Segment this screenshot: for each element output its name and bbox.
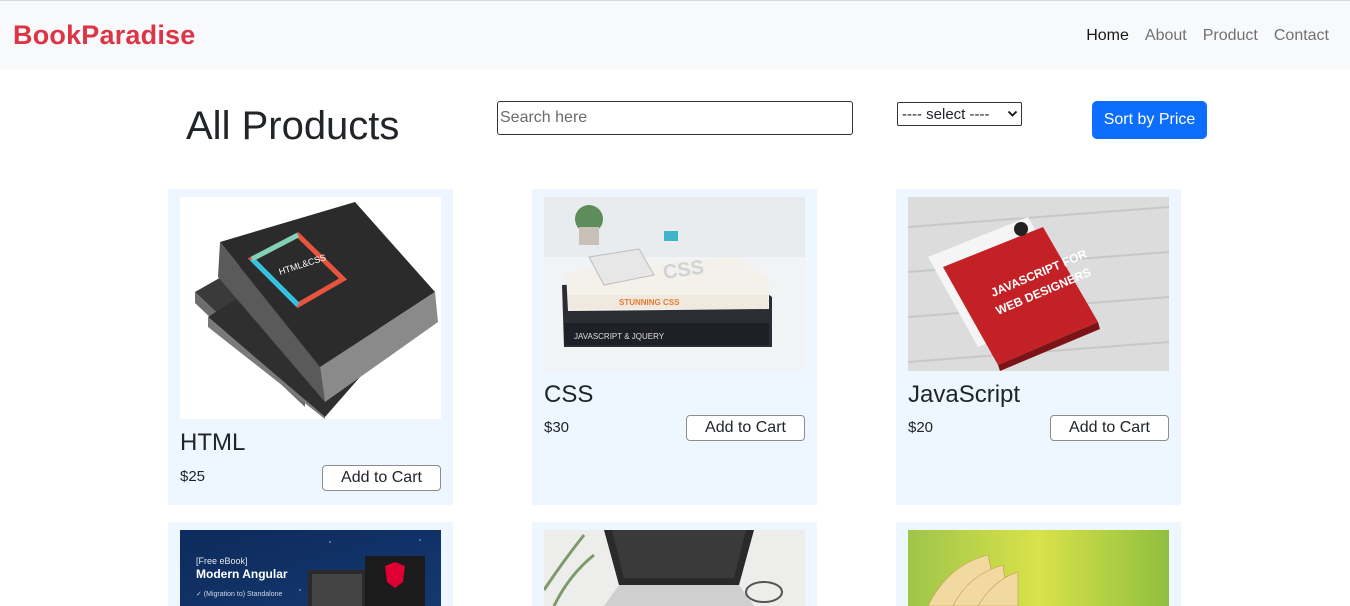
search-input[interactable] [497, 101, 853, 135]
product-title: CSS [544, 381, 594, 408]
javascript-book-image: JAVASCRIPT FOR WEB DESIGNERS [908, 197, 1169, 371]
svg-text:STUNNING CSS: STUNNING CSS [619, 298, 680, 307]
brand-logo[interactable]: BookParadise [13, 20, 195, 51]
product-card-angular: [Free eBook] Modern Angular ✓ (Migration… [168, 522, 453, 606]
product-card-html: HTML&CSS HTML $25 Add to Cart [168, 189, 453, 505]
laptop-desk-image [544, 530, 805, 606]
page-title: All Products [186, 104, 400, 148]
svg-text:[Free eBook]: [Free eBook] [196, 556, 248, 566]
product-title: HTML [180, 429, 246, 456]
sort-select-value: ---- select ---- [902, 105, 990, 123]
add-to-cart-button[interactable]: Add to Cart [686, 415, 805, 441]
nav-link-contact[interactable]: Contact [1274, 27, 1329, 45]
product-price: $20 [908, 419, 934, 436]
product-card-open-book [896, 522, 1181, 606]
angular-ebook-image: [Free eBook] Modern Angular ✓ (Migration… [180, 530, 441, 606]
navbar: BookParadise Home About Product Contact [0, 0, 1350, 69]
product-title: JavaScript [908, 381, 1021, 408]
product-card-css: JAVASCRIPT & JQUERY STUNNING CSS CSS CSS… [532, 189, 817, 505]
open-book-image [908, 530, 1169, 606]
svg-text:JAVASCRIPT & JQUERY: JAVASCRIPT & JQUERY [574, 332, 665, 341]
svg-text:✓ (Migration to) Standalone: ✓ (Migration to) Standalone [196, 591, 283, 598]
nav-link-product[interactable]: Product [1203, 27, 1258, 45]
nav-link-home[interactable]: Home [1086, 27, 1129, 45]
product-price: $25 [180, 468, 206, 485]
product-card-javascript: JAVASCRIPT FOR WEB DESIGNERS JavaScript … [896, 189, 1181, 505]
product-card-laptop [532, 522, 817, 606]
nav-links: Home About Product Contact [1086, 27, 1329, 45]
sort-by-price-button[interactable]: Sort by Price [1092, 101, 1207, 139]
nav-link-about[interactable]: About [1145, 27, 1187, 45]
svg-text:Modern Angular: Modern Angular [196, 567, 288, 581]
css-books-stack-image: JAVASCRIPT & JQUERY STUNNING CSS CSS [544, 197, 805, 371]
add-to-cart-button[interactable]: Add to Cart [1050, 415, 1169, 441]
product-price: $30 [544, 419, 570, 436]
add-to-cart-button[interactable]: Add to Cart [322, 465, 441, 491]
html-css-book-image: HTML&CSS [180, 197, 441, 419]
sort-select[interactable]: ---- select ---- [897, 102, 1022, 126]
chevron-down-icon [1007, 110, 1018, 117]
